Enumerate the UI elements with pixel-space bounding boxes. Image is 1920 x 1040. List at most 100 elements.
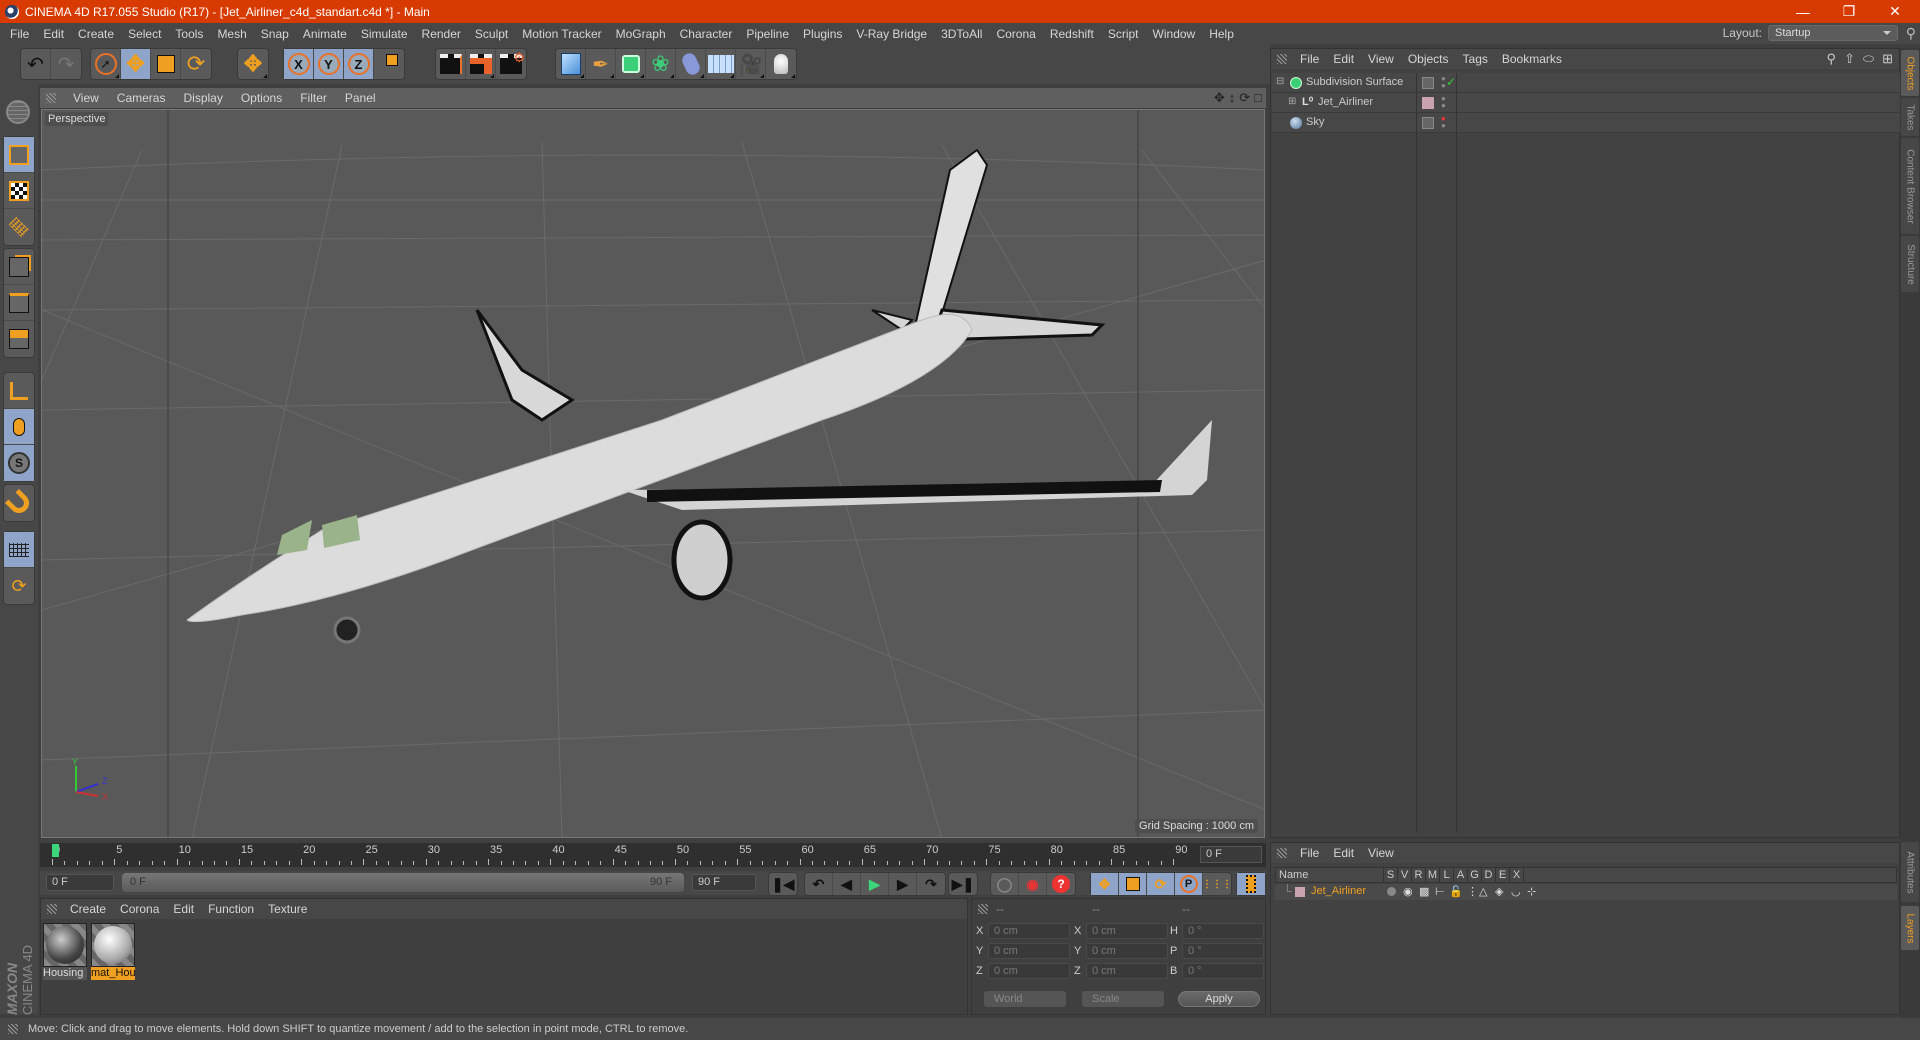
layer-column-s[interactable]: S (1384, 868, 1398, 882)
search-icon[interactable]: ⚲ (1827, 51, 1837, 67)
apply-button[interactable]: Apply (1178, 991, 1260, 1007)
new-window-icon[interactable]: ⊞ (1882, 51, 1893, 67)
menu-animate[interactable]: Animate (296, 27, 354, 41)
prev-frame-button[interactable]: ◀ (833, 873, 861, 895)
material-menu-edit[interactable]: Edit (166, 902, 201, 916)
menu-help[interactable]: Help (1202, 27, 1241, 41)
rotate-tool-button[interactable]: ⟳ (181, 49, 211, 79)
move-tool-button[interactable]: ✥ (121, 49, 151, 79)
object-row-jet-airliner[interactable]: ⊞ L⁰ Jet_Airliner ● ● (1272, 93, 1900, 113)
points-mode-button[interactable] (4, 249, 34, 285)
make-editable-button[interactable] (3, 94, 33, 130)
menu-corona[interactable]: Corona (989, 27, 1042, 41)
object-menu-file[interactable]: File (1293, 52, 1326, 66)
menu-window[interactable]: Window (1146, 27, 1203, 41)
layer-color-swatch[interactable] (1422, 97, 1434, 109)
panel-grip-icon[interactable] (46, 93, 56, 103)
panel-grip-icon[interactable] (1277, 848, 1287, 858)
panel-grip-icon[interactable] (978, 904, 988, 914)
timeline-ruler[interactable]: 051015202530354045505560657075808590 0 F (40, 843, 1266, 867)
rotation-field[interactable]: 0 ° (1182, 963, 1264, 979)
key-parameter-button[interactable]: P (1175, 873, 1203, 895)
layer-column-l[interactable]: L (1440, 868, 1454, 882)
orbit-view-icon[interactable]: ⟳ (1239, 90, 1250, 106)
menu-mesh[interactable]: Mesh (210, 27, 253, 41)
layer-column-v[interactable]: V (1398, 868, 1412, 882)
menu-mograph[interactable]: MoGraph (609, 27, 673, 41)
enabled-check-icon[interactable]: ✓ (1446, 75, 1456, 89)
layer-column-d[interactable]: D (1482, 868, 1496, 882)
menu-character[interactable]: Character (673, 27, 740, 41)
object-menu-edit[interactable]: Edit (1326, 52, 1361, 66)
panel-grip-icon[interactable] (1277, 54, 1287, 64)
floor-button[interactable] (706, 49, 736, 79)
object-row-sky[interactable]: Sky ● ● (1272, 113, 1900, 133)
dolly-view-icon[interactable]: ↕ (1229, 90, 1236, 106)
tab-layers[interactable]: Layers (1901, 906, 1919, 950)
visibility-dots-icon[interactable]: ● ● (1441, 115, 1446, 130)
workplane-rotate-button[interactable]: ⟳ (4, 568, 34, 604)
goto-end-button[interactable]: ▶❚ (949, 873, 977, 895)
pen-spline-button[interactable]: ✒ (586, 49, 616, 79)
lock-workplane-button[interactable] (4, 532, 34, 568)
layer-menu-edit[interactable]: Edit (1326, 846, 1361, 860)
render-settings-button[interactable]: ⚙ (496, 49, 526, 79)
edges-mode-button[interactable] (4, 285, 34, 321)
object-menu-tags[interactable]: Tags (1456, 52, 1495, 66)
solo-toggle-icon[interactable] (1387, 887, 1396, 896)
cube-button[interactable] (556, 49, 586, 79)
layer-menu-file[interactable]: File (1293, 846, 1326, 860)
key-scale-button[interactable] (1119, 873, 1147, 895)
display-tag-icon[interactable] (1422, 117, 1434, 129)
eye-filter-icon[interactable]: ⬭ (1863, 51, 1874, 67)
record-tracks-button[interactable]: ◯ (991, 873, 1019, 895)
frame-range-slider[interactable]: 0 F 90 F (122, 873, 684, 892)
lock-toggle-icon[interactable]: 🔓 (1449, 885, 1463, 898)
tab-structure[interactable]: Structure (1901, 236, 1919, 292)
layer-color-swatch[interactable] (1295, 887, 1305, 897)
menu-script[interactable]: Script (1101, 27, 1146, 41)
prev-key-button[interactable]: ↶ (805, 873, 833, 895)
material-menu-corona[interactable]: Corona (113, 902, 166, 916)
timeline-window-button[interactable] (1237, 873, 1265, 895)
menu-sculpt[interactable]: Sculpt (468, 27, 515, 41)
menu-edit[interactable]: Edit (36, 27, 71, 41)
key-pla-button[interactable]: ⋮⋮⋮ (1202, 873, 1232, 895)
mograph-cloner-button[interactable]: ❀ (646, 49, 676, 79)
subdivision-button[interactable] (616, 49, 646, 79)
minimize-button[interactable]: — (1780, 0, 1826, 23)
viewport-menu-filter[interactable]: Filter (291, 91, 336, 105)
texture-mode-button[interactable] (4, 173, 34, 209)
redo-button[interactable]: ↷ (51, 49, 81, 79)
display-tag-icon[interactable] (1422, 77, 1434, 89)
goto-start-button[interactable]: ❚◀ (769, 873, 797, 895)
tab-content-browser[interactable]: Content Browser (1901, 138, 1919, 234)
autokey-button[interactable]: ◉ (1019, 873, 1047, 895)
menu-tools[interactable]: Tools (168, 27, 210, 41)
close-button[interactable]: ✕ (1872, 0, 1918, 23)
axis-mode-button[interactable] (4, 373, 34, 409)
menu-render[interactable]: Render (415, 27, 468, 41)
keyframe-selection-button[interactable]: ? (1047, 873, 1075, 895)
material-swatch-housing[interactable]: Housing (43, 923, 87, 980)
layout-dropdown[interactable]: Startup (1768, 25, 1898, 41)
timeline-playhead[interactable] (52, 844, 59, 857)
solo-button[interactable]: S (4, 445, 34, 481)
material-menu-create[interactable]: Create (63, 902, 113, 916)
menu-motion-tracker[interactable]: Motion Tracker (515, 27, 608, 41)
pan-view-icon[interactable]: ✥ (1214, 90, 1225, 106)
position-field[interactable]: 0 cm (988, 923, 1070, 939)
light-button[interactable] (766, 49, 796, 79)
recent-tool-button[interactable]: ✥ (238, 49, 268, 79)
tab-objects[interactable]: Objects (1901, 50, 1919, 96)
layer-column-g[interactable]: G (1468, 868, 1482, 882)
home-icon[interactable]: ⇧ (1844, 51, 1855, 67)
collapse-icon[interactable]: ⊟ (1276, 76, 1284, 87)
layer-row-jet-airliner[interactable]: └ Jet_Airliner ◉ ▩ ⊢ 🔓 ⋮ △ ◈ ◡ ⊹ (1275, 884, 1897, 900)
size-field[interactable]: 0 cm (1086, 943, 1168, 959)
visibility-dots-icon[interactable]: ● ● (1441, 95, 1446, 110)
menu-pipeline[interactable]: Pipeline (739, 27, 796, 41)
deformers-toggle-icon[interactable]: ◈ (1495, 885, 1503, 898)
size-field[interactable]: 0 cm (1086, 923, 1168, 939)
object-menu-view[interactable]: View (1361, 52, 1401, 66)
